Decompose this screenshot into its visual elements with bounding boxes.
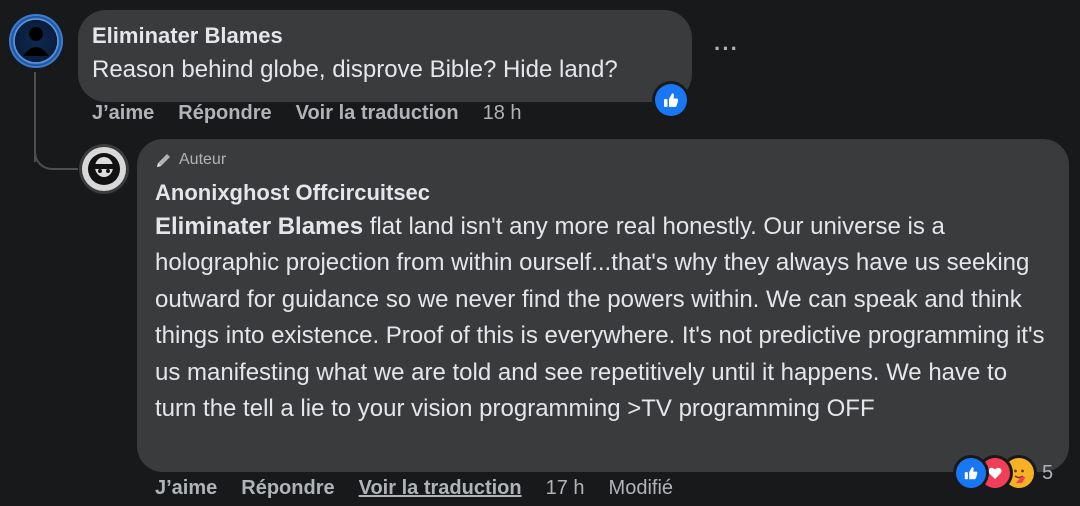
- like-icon: [956, 458, 986, 488]
- reaction-summary[interactable]: 5: [956, 458, 1053, 488]
- like-button[interactable]: J’aime: [155, 477, 217, 500]
- ghost-skull-icon: [88, 153, 120, 185]
- reaction-count: 5: [1042, 461, 1054, 484]
- timestamp[interactable]: 17 h: [546, 477, 585, 500]
- comment-actions: J’aime Répondre Voir la traduction 17 h Modi…: [155, 477, 697, 500]
- mention-link[interactable]: Eliminater Blames: [155, 213, 363, 240]
- comment-actions: J’aime Répondre Voir la traduction 18 h: [92, 102, 546, 125]
- timestamp[interactable]: 18 h: [483, 102, 522, 125]
- comment-author[interactable]: Eliminater Blames: [92, 23, 283, 49]
- anonymous-mask-icon: [13, 18, 59, 64]
- avatar[interactable]: [82, 147, 126, 191]
- like-icon[interactable]: [655, 84, 687, 116]
- thread-connector: [34, 130, 78, 170]
- comment-text: Reason behind globe, disprove Bible? Hid…: [92, 56, 618, 83]
- pencil-icon: [157, 154, 170, 167]
- avatar[interactable]: [9, 14, 63, 68]
- reply-button[interactable]: Répondre: [241, 477, 334, 500]
- comment-text: Eliminater Blames flat land isn't any mo…: [155, 209, 1055, 427]
- author-badge: Auteur: [155, 151, 226, 169]
- translate-link[interactable]: Voir la traduction: [359, 477, 522, 500]
- badge-label: Auteur: [179, 151, 227, 168]
- reply-button[interactable]: Répondre: [178, 102, 271, 125]
- edited-label: Modifié: [608, 477, 674, 499]
- like-button[interactable]: J’aime: [92, 102, 154, 125]
- translate-link[interactable]: Voir la traduction: [296, 102, 459, 125]
- comment-author[interactable]: Anonixghost Offcircuitsec: [155, 180, 430, 206]
- comment-body: flat land isn't any more real honestly. …: [155, 213, 1045, 423]
- more-icon[interactable]: ···: [714, 36, 739, 62]
